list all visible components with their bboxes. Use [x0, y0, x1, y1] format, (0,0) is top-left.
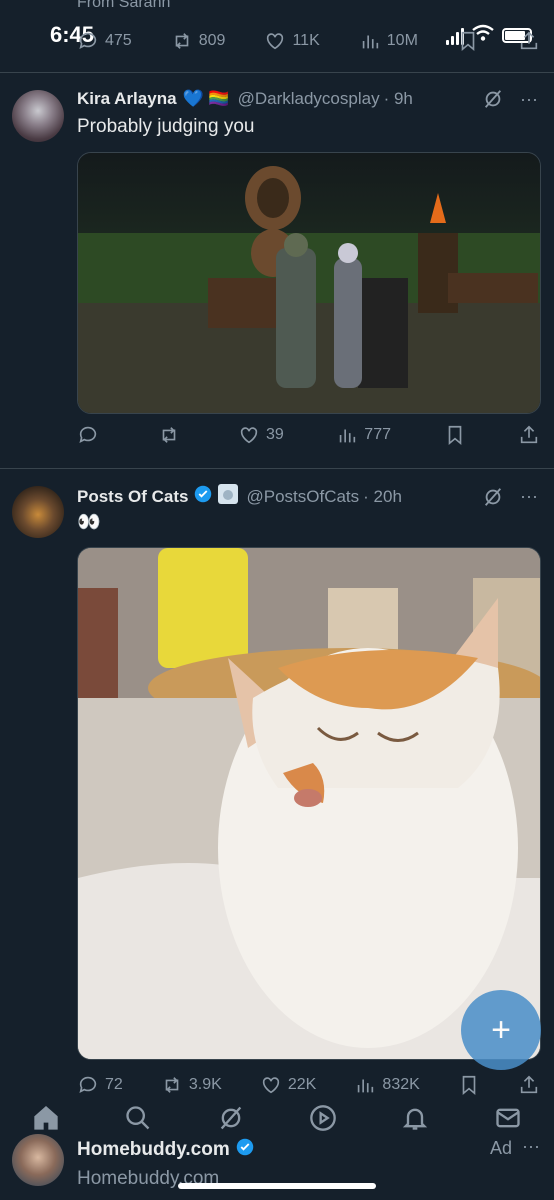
reply-count: 475	[105, 32, 132, 49]
share-button[interactable]	[518, 424, 540, 446]
plus-icon: +	[491, 1010, 511, 1049]
retweet-button[interactable]: 809	[171, 30, 226, 52]
top-context: From Sarahh	[77, 0, 171, 11]
home-indicator[interactable]	[178, 1183, 376, 1189]
more-options-icon[interactable]: ···	[518, 486, 540, 508]
retweet-icon	[175, 33, 189, 49]
reply-button[interactable]	[77, 424, 105, 446]
reply-button[interactable]: 475	[77, 30, 132, 52]
tweet-text: 👀	[77, 512, 101, 533]
account-affiliate-icon	[218, 484, 239, 509]
tweet-card[interactable]: Kira Arlayna 💙 🏳️‍🌈 @Darkladycosplay · 9…	[0, 72, 554, 468]
grok-icon[interactable]	[482, 88, 504, 110]
bookmark-icon	[448, 425, 461, 446]
views-button[interactable]: 10M	[359, 30, 418, 52]
author-name[interactable]: Kira Arlayna	[77, 89, 177, 109]
ad-name[interactable]: Homebuddy.com	[77, 1138, 254, 1162]
notifications-icon	[403, 1108, 428, 1130]
tweet-card[interactable]: Posts Of Cats @PostsOfCats · 20h ··· 👀 7…	[0, 468, 554, 1096]
tweet-media[interactable]	[77, 152, 541, 414]
author-badges: 💙 🏳️‍🌈	[182, 89, 230, 108]
avatar[interactable]	[12, 90, 64, 142]
reply-icon	[79, 426, 97, 443]
share-icon	[520, 425, 538, 444]
retweet-button[interactable]	[158, 424, 186, 446]
bookmark-button[interactable]	[444, 424, 466, 446]
author-handle[interactable]: @Darkladycosplay	[238, 89, 380, 109]
ad-label: Ad	[489, 1138, 512, 1158]
tweet-text: Probably judging you	[77, 116, 255, 137]
like-count: 39	[266, 426, 284, 443]
view-count: 10M	[386, 32, 418, 49]
messages-icon	[496, 1108, 520, 1127]
ad-name-text: Homebuddy.com	[77, 1139, 230, 1160]
like-button[interactable]: 11K	[264, 30, 320, 52]
more-options-icon[interactable]: ···	[518, 88, 540, 110]
tweet-header: Posts Of Cats @PostsOfCats · 20h ···	[77, 484, 540, 509]
reply-icon	[79, 32, 97, 49]
grok-icon	[220, 1106, 242, 1129]
author-name[interactable]: Posts Of Cats	[77, 487, 188, 507]
views-button[interactable]: 777	[336, 424, 391, 446]
heart-icon	[240, 427, 258, 444]
share-button[interactable]	[518, 30, 540, 52]
compose-button[interactable]: +	[461, 990, 541, 1070]
share-icon	[520, 31, 538, 50]
like-button[interactable]: 39	[238, 424, 284, 446]
tweet-header: Kira Arlayna 💙 🏳️‍🌈 @Darkladycosplay · 9…	[77, 88, 540, 110]
ad-avatar[interactable]	[12, 1134, 64, 1186]
retweet-icon	[162, 427, 175, 443]
cat-photo-image	[78, 548, 540, 1059]
bookmark-button[interactable]	[457, 30, 479, 52]
grok-icon[interactable]	[482, 486, 504, 508]
avatar[interactable]	[12, 486, 64, 538]
tweet-media[interactable]	[77, 547, 541, 1060]
home-icon	[34, 1105, 58, 1130]
verified-badge-icon	[236, 1138, 254, 1162]
tweet-actions: 39 777	[77, 424, 540, 446]
retweet-count: 809	[198, 32, 226, 49]
views-icon	[340, 429, 356, 443]
author-handle[interactable]: @PostsOfCats	[246, 487, 359, 507]
like-count: 11K	[292, 32, 320, 49]
ad-row[interactable]: Homebuddy.com Homebuddy.com Ad ···	[0, 1130, 554, 1200]
views-icon	[362, 35, 378, 49]
search-icon	[126, 1105, 150, 1129]
game-screenshot-image	[78, 153, 540, 413]
tweet-time: · 20h	[363, 486, 402, 506]
verified-badge-icon	[194, 485, 212, 508]
prev-tweet-actions: 475 809 11K 10M	[77, 30, 540, 52]
ad-more-button[interactable]: ···	[522, 1136, 540, 1157]
heart-icon	[267, 33, 284, 50]
tweet-time: · 9h	[383, 89, 413, 108]
view-count: 777	[364, 426, 391, 443]
bookmark-icon	[461, 31, 475, 52]
video-icon	[310, 1104, 336, 1131]
